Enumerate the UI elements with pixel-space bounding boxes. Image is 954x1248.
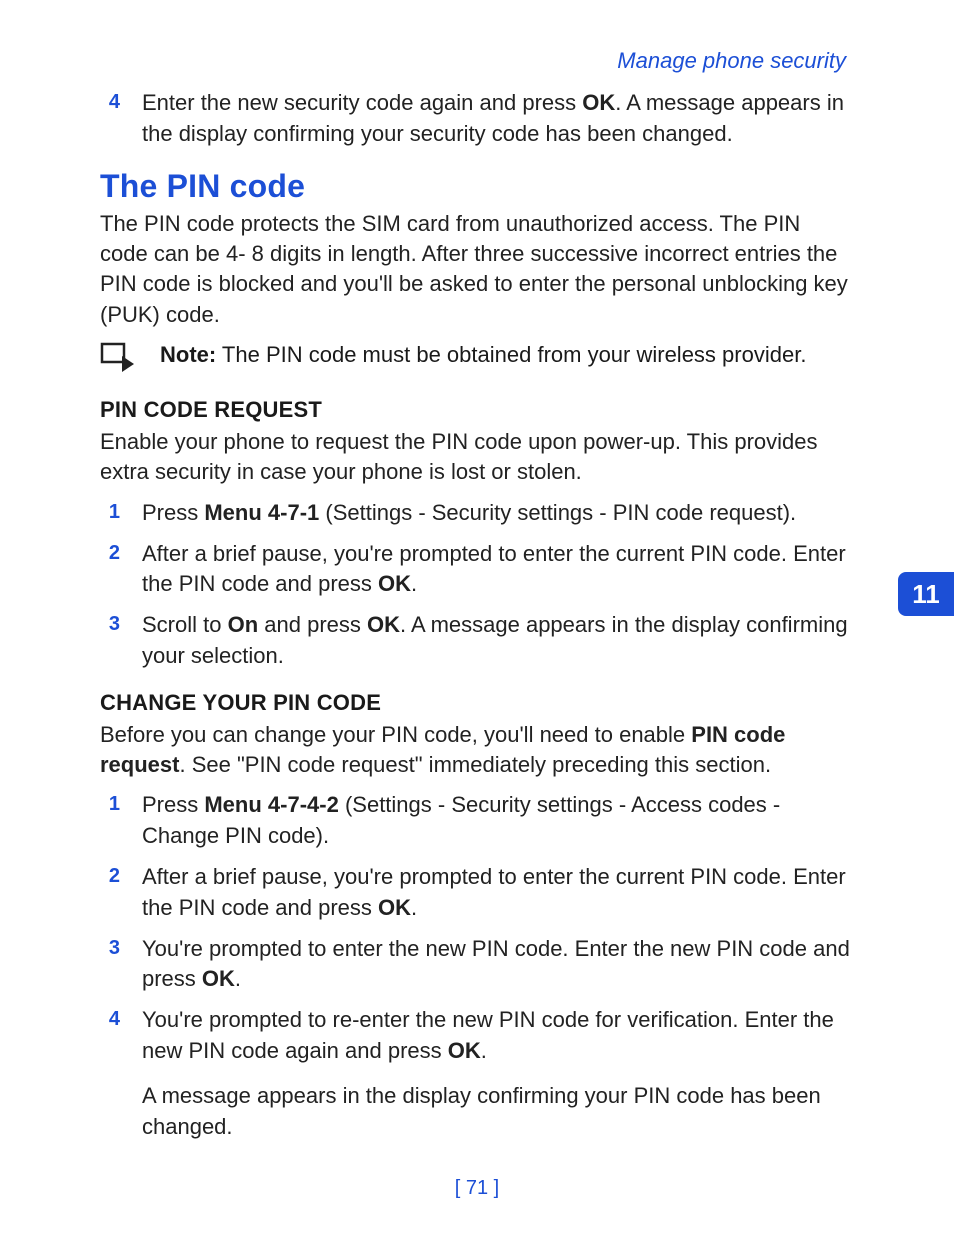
emphasis-menu: Menu 4-7-4-2 [204,792,338,817]
step-text: After a brief pause, you're prompted to … [142,539,854,601]
emphasis-ok: OK [378,895,411,920]
emphasis-ok: OK [448,1038,481,1063]
text: You're prompted to re-enter the new PIN … [142,1007,834,1063]
emphasis-ok: OK [582,90,615,115]
note-icon [100,342,144,379]
step-number: 4 [100,88,120,150]
text: After a brief pause, you're prompted to … [142,541,846,597]
step-text: Enter the new security code again and pr… [142,88,854,150]
text: and press [258,612,367,637]
text: . [235,966,241,991]
step-text: After a brief pause, you're prompted to … [142,862,854,924]
emphasis-ok: OK [202,966,235,991]
emphasis-ok: OK [367,612,400,637]
step-number: 3 [100,934,120,996]
emphasis-ok: OK [378,571,411,596]
sec1-step-1: 1 Press Menu 4-7-1 (Settings - Security … [100,498,854,529]
sec2-step-4: 4 You're prompted to re-enter the new PI… [100,1005,854,1142]
step-number: 2 [100,862,120,924]
emphasis-on: On [228,612,259,637]
emphasis-menu: Menu 4-7-1 [204,500,319,525]
sec2-step-2: 2 After a brief pause, you're prompted t… [100,862,854,924]
breadcrumb: Manage phone security [100,48,854,74]
text: (Settings - Security settings - PIN code… [319,500,796,525]
text: . [411,895,417,920]
note-label: Note: [160,342,216,367]
paragraph: Before you can change your PIN code, you… [100,720,854,781]
page-number: [ 71 ] [0,1177,954,1200]
text: Press [142,500,204,525]
paragraph: The PIN code protects the SIM card from … [100,209,854,330]
step-number: 1 [100,790,120,852]
text: Press [142,792,204,817]
sec1-step-3: 3 Scroll to On and press OK. A message a… [100,610,854,672]
step-text: Press Menu 4-7-4-2 (Settings - Security … [142,790,854,852]
sec1-step-2: 2 After a brief pause, you're prompted t… [100,539,854,601]
sec2-step-3: 3 You're prompted to enter the new PIN c… [100,934,854,996]
text: . [481,1038,487,1063]
text: After a brief pause, you're prompted to … [142,864,846,920]
text: A message appears in the display confirm… [142,1083,821,1139]
note-text: Note: The PIN code must be obtained from… [160,340,854,370]
text: Enter the new security code again and pr… [142,90,582,115]
step-number: 2 [100,539,120,601]
heading-2: CHANGE YOUR PIN CODE [100,690,854,716]
step-opening: 4 Enter the new security code again and … [100,88,854,150]
heading-1: The PIN code [100,168,854,205]
sec2-step-1: 1 Press Menu 4-7-4-2 (Settings - Securit… [100,790,854,852]
heading-2: PIN CODE REQUEST [100,397,854,423]
paragraph: Enable your phone to request the PIN cod… [100,427,854,488]
text: Scroll to [142,612,228,637]
text: Before you can change your PIN code, you… [100,722,691,747]
step-number: 4 [100,1005,120,1142]
text: . [411,571,417,596]
text: You're prompted to enter the new PIN cod… [142,936,850,992]
step-number: 1 [100,498,120,529]
note: Note: The PIN code must be obtained from… [100,340,854,379]
text: The PIN code must be obtained from your … [216,342,806,367]
step-text: Press Menu 4-7-1 (Settings - Security se… [142,498,854,529]
step-number: 3 [100,610,120,672]
step-text: You're prompted to re-enter the new PIN … [142,1005,854,1142]
step-text: Scroll to On and press OK. A message app… [142,610,854,672]
page: Manage phone security 4 Enter the new se… [0,0,954,1248]
step-text: You're prompted to enter the new PIN cod… [142,934,854,996]
chapter-tab: 11 [898,572,954,616]
text: . See "PIN code request" immediately pre… [179,752,771,777]
